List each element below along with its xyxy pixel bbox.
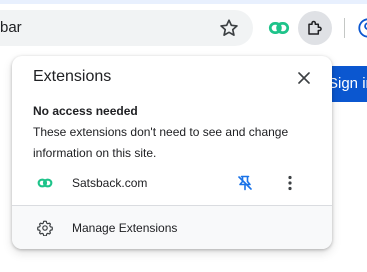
toolbar-divider	[344, 18, 345, 38]
manage-extensions-label: Manage Extensions	[72, 221, 178, 235]
profile-icon	[358, 18, 367, 38]
extension-name: Satsback.com	[72, 176, 148, 190]
extensions-popup: Extensions No access needed These extens…	[12, 56, 332, 249]
section-heading: No access needed	[33, 104, 138, 118]
link-icon	[37, 178, 53, 188]
gear-icon	[37, 220, 53, 236]
section-description: These extensions don't need to see and c…	[33, 125, 289, 160]
extension-row[interactable]: Satsback.com	[12, 170, 332, 196]
address-bar-text: bar	[0, 19, 22, 36]
address-bar[interactable]: bar	[0, 10, 253, 46]
extension-more-button[interactable]	[280, 173, 300, 193]
bookmark-star-button[interactable]	[218, 17, 240, 39]
unpin-extension-button[interactable]	[235, 173, 255, 193]
puzzle-icon	[308, 20, 322, 35]
more-vert-icon	[288, 175, 292, 191]
close-icon	[298, 72, 310, 84]
pin-off-icon	[238, 175, 252, 191]
popup-title: Extensions	[33, 68, 112, 85]
link-icon	[268, 22, 290, 34]
extensions-button[interactable]	[298, 11, 332, 45]
manage-extensions-button[interactable]: Manage Extensions	[12, 206, 332, 249]
star-icon	[220, 19, 238, 36]
close-button[interactable]	[292, 66, 316, 90]
browser-top-strip	[0, 0, 367, 4]
profile-button[interactable]	[357, 17, 367, 39]
pinned-extension-button[interactable]	[268, 17, 290, 39]
